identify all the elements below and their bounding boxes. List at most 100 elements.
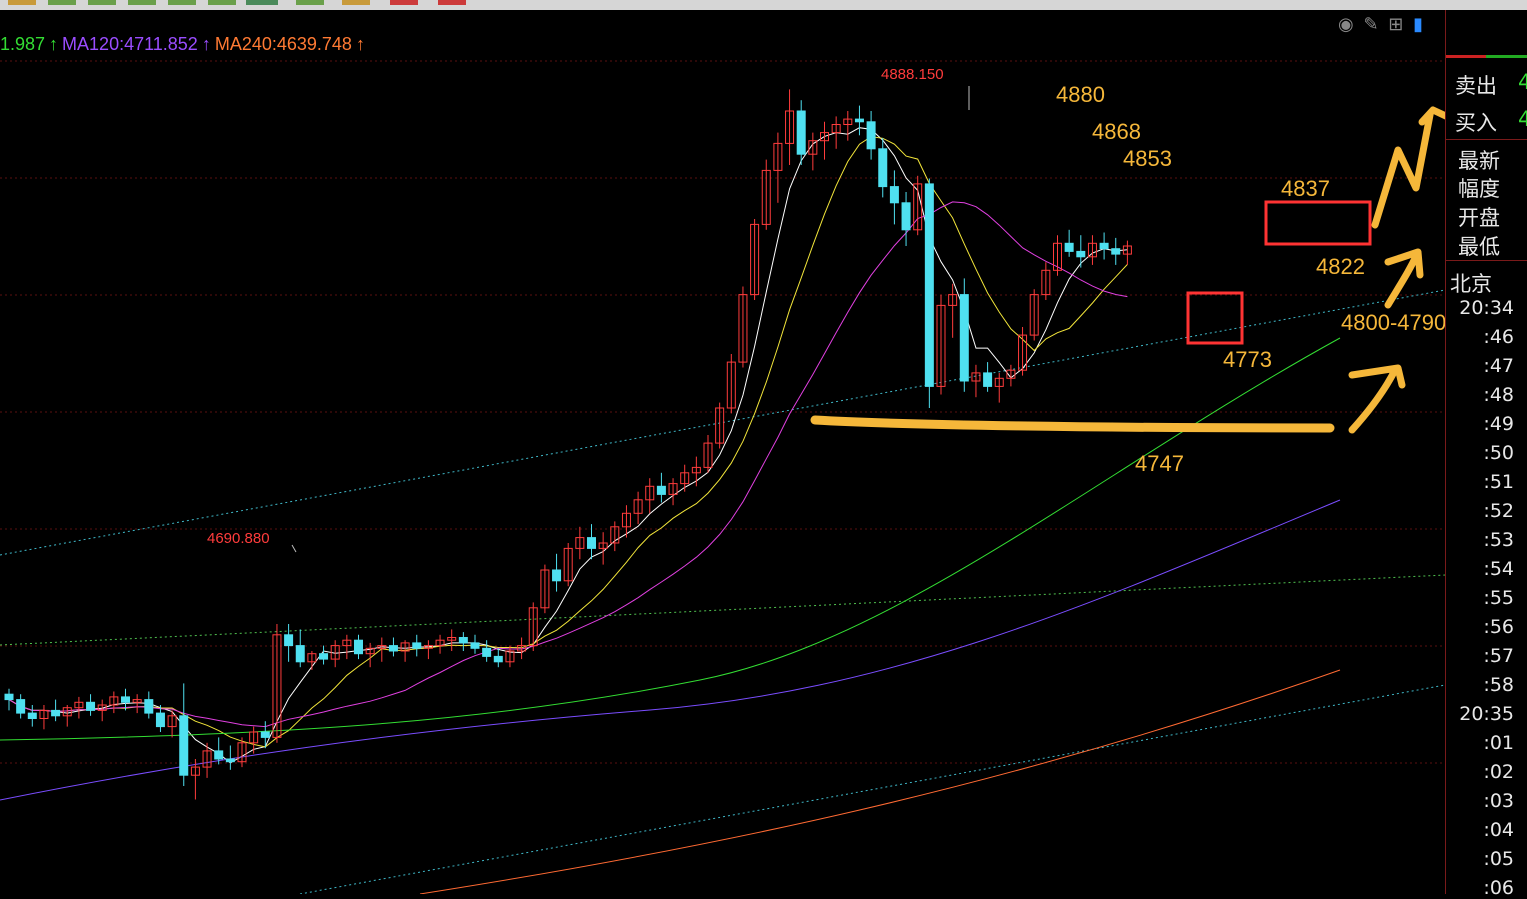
candle-body xyxy=(16,699,26,714)
trend-line-middle xyxy=(0,574,1445,646)
candle-body xyxy=(959,294,969,382)
candle-body xyxy=(587,537,596,549)
candle-body xyxy=(295,645,305,663)
time-entry: :52 xyxy=(1483,500,1514,522)
candlestick-chart[interactable] xyxy=(0,10,1445,894)
toolbar-button-11[interactable] xyxy=(438,0,466,5)
time-entry: :54 xyxy=(1483,558,1514,580)
ma-legend: 1.987 ↑ MA120:4711.852 ↑ MA240:4639.748 ↑ xyxy=(0,34,369,55)
annotation-4773: 4773 xyxy=(1223,347,1272,372)
toolbar-button-6[interactable] xyxy=(208,0,236,5)
toolbar-button-9[interactable] xyxy=(342,0,370,5)
candle-body xyxy=(1111,248,1121,255)
toolbar-button-5[interactable] xyxy=(168,0,196,5)
time-entry: :51 xyxy=(1483,471,1514,493)
candle-body xyxy=(86,701,96,711)
low-label: 最低 xyxy=(1458,235,1500,259)
toolbar-button-2[interactable] xyxy=(48,0,76,5)
ma120-arrow: ↑ xyxy=(201,34,211,54)
ma240-line xyxy=(419,669,1341,894)
peak-low-label: 4690.880 xyxy=(207,530,270,547)
chart-tool-icons: ◉ ✎ ⊞ ▮ xyxy=(1338,14,1427,35)
candle-body xyxy=(924,183,934,387)
grid-icon[interactable]: ⊞ xyxy=(1388,14,1403,35)
time-entry: :55 xyxy=(1483,587,1514,609)
candle-body xyxy=(482,647,492,657)
eye-hidden-icon[interactable]: ◉ xyxy=(1338,14,1354,35)
panel-toggle-icon[interactable]: ▮ xyxy=(1413,14,1423,35)
time-entry: :47 xyxy=(1483,355,1514,377)
buy-label: 买入 xyxy=(1455,111,1497,135)
moving-average-lines xyxy=(0,127,1341,894)
toolbar-button-8[interactable] xyxy=(296,0,324,5)
annotation-4853: 4853 xyxy=(1123,146,1172,171)
annotation-4880: 4880 xyxy=(1056,82,1105,107)
annotation-4822: 4822 xyxy=(1316,254,1365,279)
toolbar-button-3[interactable] xyxy=(88,0,116,5)
arrow-drawing-upper xyxy=(1384,248,1424,309)
candle-body xyxy=(878,148,888,188)
candle-body xyxy=(354,639,363,655)
candle-body xyxy=(319,653,329,660)
trend-lines xyxy=(0,289,1445,894)
ma60-arrow: ↑ xyxy=(49,34,59,54)
time-entry: :53 xyxy=(1483,529,1514,551)
candle-body xyxy=(1099,242,1109,250)
time-entry: :48 xyxy=(1483,384,1514,406)
panel-divider xyxy=(1446,139,1527,140)
candle-body xyxy=(796,110,806,155)
candle-body xyxy=(901,202,911,231)
annotation-4747: 4747 xyxy=(1135,451,1184,476)
ma5-line xyxy=(8,127,1128,764)
ma120-legend: MA120:4711.852 xyxy=(62,34,198,54)
candle-body xyxy=(179,715,189,776)
annotation-4837: 4837 xyxy=(1281,176,1330,201)
annotation-4800-4790: 4800-4790 xyxy=(1341,310,1447,335)
toolbar-button-10[interactable] xyxy=(390,0,418,5)
candle-body xyxy=(121,696,130,703)
ma10-line xyxy=(8,136,1128,748)
candle-body xyxy=(866,121,876,150)
ma120-line xyxy=(0,499,1341,801)
time-entry: :49 xyxy=(1483,413,1514,435)
beijing-label: 北京 xyxy=(1450,272,1492,296)
toolbar-button-7[interactable] xyxy=(246,0,278,5)
time-entry: :02 xyxy=(1483,761,1514,783)
panel-top-bar-green xyxy=(1486,55,1527,58)
candle-body xyxy=(1064,242,1074,252)
candle-body xyxy=(458,637,468,644)
candles xyxy=(4,89,1132,800)
peak-high-label: 4888.150 xyxy=(881,66,944,83)
pencil-icon[interactable]: ✎ xyxy=(1363,14,1378,35)
ma240-arrow: ↑ xyxy=(355,34,365,54)
sell-value: 4 xyxy=(1518,70,1527,94)
candle-body xyxy=(214,750,224,760)
candle-body xyxy=(51,709,61,717)
toolbar-button-1[interactable] xyxy=(8,0,36,5)
candle-body xyxy=(260,731,270,738)
candle-body xyxy=(225,758,235,763)
quote-panel: 卖出 4 买入 4 最新 幅度 开盘 最低 北京 20:34:46:47:48:… xyxy=(1445,10,1527,899)
zigzag-arrow-drawing xyxy=(1371,106,1445,229)
amplitude-label: 幅度 xyxy=(1458,177,1500,201)
candle-body xyxy=(4,693,14,701)
candle-body xyxy=(155,712,165,728)
time-entry: :03 xyxy=(1483,790,1514,812)
top-toolbar xyxy=(0,0,1527,10)
time-entry: :01 xyxy=(1483,732,1514,754)
candle-body xyxy=(144,699,154,714)
candle-body xyxy=(1076,250,1086,258)
candle-body xyxy=(470,642,480,649)
open-label: 开盘 xyxy=(1458,206,1500,230)
peak-low-pointer xyxy=(291,544,297,553)
candle-body xyxy=(27,712,37,719)
ma240-legend: MA240:4639.748 xyxy=(214,34,352,54)
ma60-legend: 1.987 xyxy=(0,34,46,54)
panel-top-bar xyxy=(1446,55,1486,58)
candle-body xyxy=(983,372,993,387)
buy-value: 4 xyxy=(1518,107,1527,131)
trend-line-upper xyxy=(0,289,1445,556)
grid-lines xyxy=(0,60,1445,764)
time-entry: :06 xyxy=(1483,877,1514,899)
toolbar-button-4[interactable] xyxy=(128,0,156,5)
